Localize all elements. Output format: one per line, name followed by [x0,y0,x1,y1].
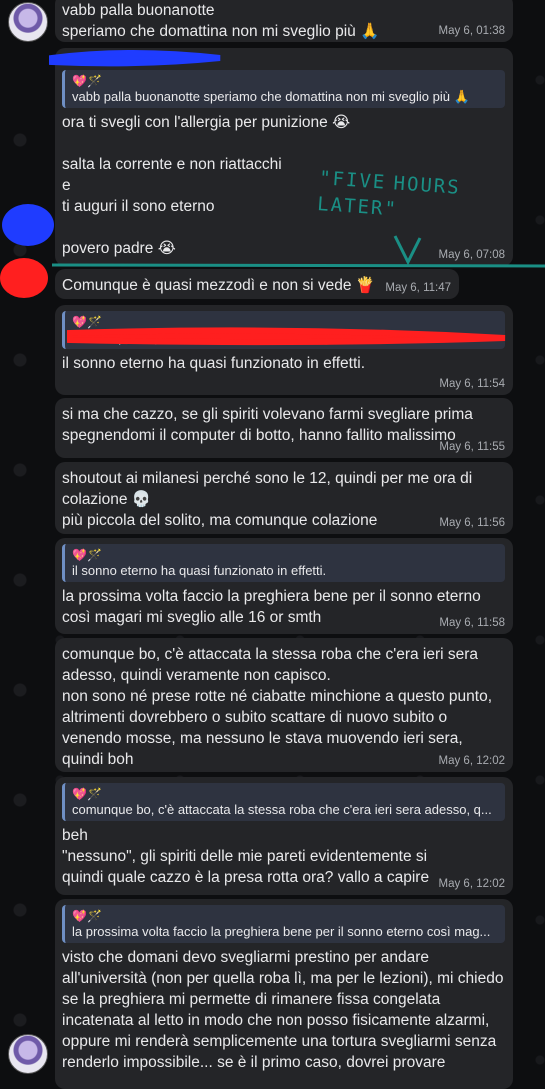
message-text: il sonno eterno ha quasi funzionato in e… [62,355,366,372]
reply-quote[interactable]: 💖🪄 Comunque è quasi mezzodì e non si ved… [62,311,505,349]
avatar[interactable] [8,1034,48,1074]
message-bubble[interactable]: 💖🪄 comunque bo, c'è attaccata la stessa … [55,777,513,895]
reply-quote[interactable]: 💖🪄 la prossima volta faccio la preghiera… [62,905,505,943]
message-timestamp: May 6, 12:02 [438,878,505,890]
reply-text: vabb palla buonanotte speriamo che domat… [72,89,470,104]
message-bubble[interactable]: 💖🪄 la prossima volta faccio la preghiera… [55,899,513,1089]
message-timestamp: May 6, 12:02 [438,755,505,767]
reply-text: comunque bo, c'è attaccata la stessa rob… [72,802,492,817]
message-bubble[interactable]: 💖🪄 Comunque è quasi mezzodì e non si ved… [55,305,513,395]
message-timestamp: May 6, 11:56 [439,517,505,529]
reply-text: la prossima volta faccio la preghiera be… [72,924,491,939]
message-text: visto che domani devo svegliarmi prestin… [62,949,504,1071]
message-timestamp: May 6, 11:47 [385,282,451,294]
avatar[interactable] [8,2,48,42]
reply-text: il sonno eterno ha quasi funzionato in e… [72,563,327,578]
message-bubble[interactable]: shoutout ai milanesi perché sono le 12, … [55,462,513,534]
message-timestamp: May 6, 01:38 [438,25,505,37]
message-bubble[interactable]: vabb palla buonanotte speriamo che domat… [55,0,513,42]
message-bubble[interactable]: si ma che cazzo, se gli spiriti volevano… [55,398,513,458]
message-text: ora ti svegli con l'allergia per punizio… [62,114,351,257]
message-timestamp: May 6, 11:55 [439,441,505,453]
message-bubble[interactable]: comunque bo, c'è attaccata la stessa rob… [55,638,513,772]
reply-text: Comunque è quasi mezzodì e non si vede 🍟 [72,330,335,345]
reply-sender: 💖🪄 [72,787,102,801]
reply-sender: 💖🪄 [72,74,102,88]
message-bubble[interactable]: 💖🪄 vabb palla buonanotte speriamo che do… [55,48,513,266]
reply-quote[interactable]: 💖🪄 comunque bo, c'è attaccata la stessa … [62,783,505,821]
message-text: comunque bo, c'è attaccata la stessa rob… [62,646,492,768]
message-timestamp: May 6, 11:58 [439,617,505,629]
message-timestamp: May 6, 07:08 [438,249,505,261]
reply-quote[interactable]: 💖🪄 il sonno eterno ha quasi funzionato i… [62,544,505,582]
reply-sender: 💖🪄 [72,909,102,923]
reply-sender: 💖🪄 [72,315,102,329]
message-timestamp: May 6, 11:54 [439,378,505,390]
message-bubble[interactable]: 💖🪄 il sonno eterno ha quasi funzionato i… [55,538,513,634]
message-bubble[interactable]: Comunque è quasi mezzodì e non si vede 🍟… [55,269,459,299]
reply-sender: 💖🪄 [72,548,102,562]
reply-quote[interactable]: 💖🪄 vabb palla buonanotte speriamo che do… [62,70,505,108]
